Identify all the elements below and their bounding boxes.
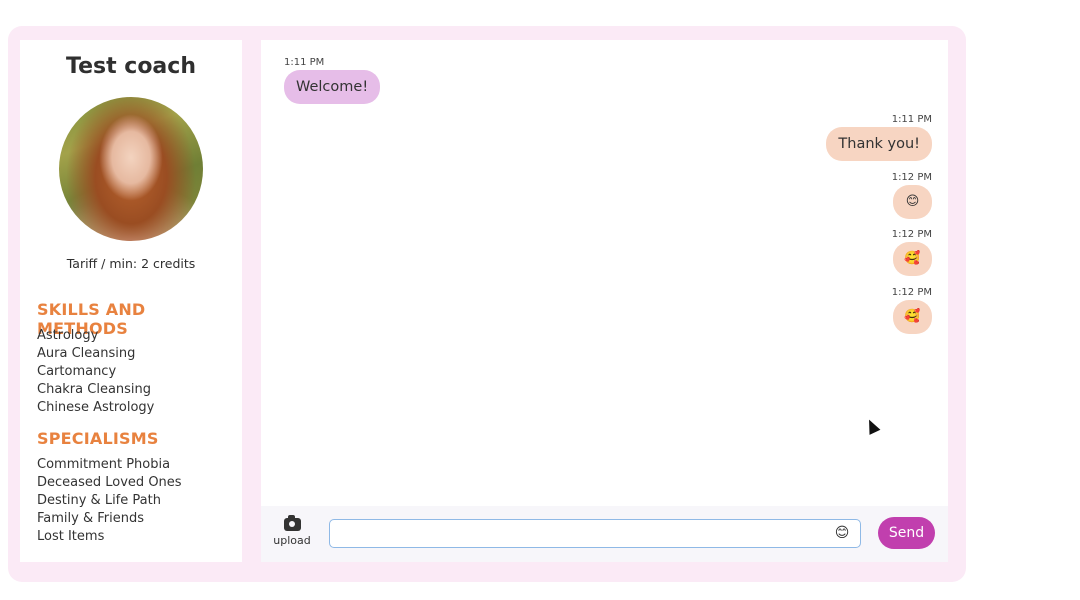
message-composer: upload 😊 Send [261, 506, 948, 562]
message-bubble: Thank you! [826, 127, 932, 161]
message-bubble: Welcome! [284, 70, 381, 104]
upload-button[interactable]: upload [269, 515, 315, 547]
message-time: 1:12 PM [891, 172, 932, 183]
skill-item: Astrology [37, 328, 99, 343]
message-incoming: 1:11 PM Welcome! [284, 57, 381, 104]
coach-avatar [59, 97, 203, 241]
message-outgoing: 1:12 PM 🥰 [892, 229, 932, 276]
coach-name: Test coach [66, 54, 196, 79]
smiley-icon[interactable]: 😊 [833, 524, 851, 542]
skill-item: Chinese Astrology [37, 400, 155, 415]
tariff-text: Tariff / min: 2 credits [66, 256, 196, 271]
message-time: 1:11 PM [891, 114, 932, 125]
message-bubble: 😊 [893, 185, 932, 219]
message-outgoing: 1:12 PM 🥰 [892, 287, 932, 334]
chat-panel[interactable]: 1:11 PM Welcome! 1:11 PM Thank you! 1:12… [261, 40, 948, 506]
message-time: 1:12 PM [891, 287, 932, 298]
message-input[interactable] [329, 519, 861, 548]
specialism-item: Commitment Phobia [37, 457, 171, 472]
specialism-item: Destiny & Life Path [37, 493, 161, 508]
skill-item: Chakra Cleansing [37, 382, 152, 397]
specialism-item: Lost Items [37, 529, 105, 544]
coach-sidebar: Test coach Tariff / min: 2 credits SKILL… [20, 40, 242, 562]
specialism-item: Family & Friends [37, 511, 144, 526]
message-time: 1:11 PM [284, 57, 325, 68]
message-bubble: 🥰 [893, 242, 932, 276]
camera-icon [283, 515, 301, 531]
message-time: 1:12 PM [891, 229, 932, 240]
specialism-item: Deceased Loved Ones [37, 475, 182, 490]
skill-item: Aura Cleansing [37, 346, 136, 361]
message-bubble: 🥰 [893, 300, 932, 334]
message-outgoing: 1:12 PM 😊 [892, 172, 932, 219]
upload-label: upload [273, 534, 311, 547]
send-button[interactable]: Send [878, 517, 935, 549]
skill-item: Cartomancy [37, 364, 117, 379]
skills-list: Astrology Aura Cleansing Cartomancy Chak… [37, 327, 154, 417]
specialisms-heading: SPECIALISMS [37, 429, 159, 448]
specialisms-list: Commitment Phobia Deceased Loved Ones De… [37, 456, 182, 546]
message-outgoing: 1:11 PM Thank you! [826, 114, 932, 161]
